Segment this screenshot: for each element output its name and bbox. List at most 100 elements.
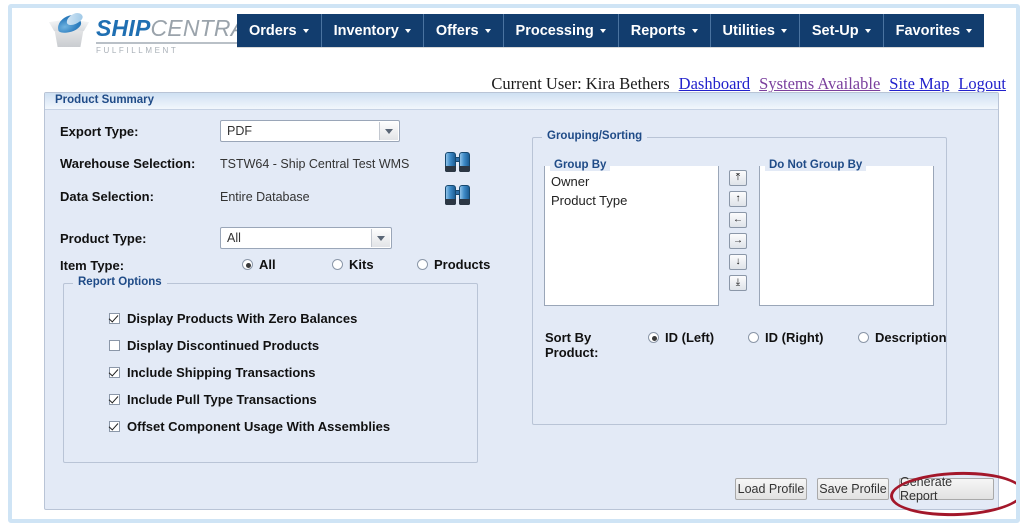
sort-by-radio-id-left-[interactable]: ID (Left)	[648, 330, 714, 345]
group-by-list-item[interactable]: Owner	[545, 172, 718, 191]
nav-item-offers[interactable]: Offers	[424, 14, 504, 47]
chevron-down-icon	[404, 28, 411, 33]
move-to-bottom-icon[interactable]: ⤓	[729, 275, 747, 291]
user-link-site-map[interactable]: Site Map	[889, 74, 949, 93]
nav-item-label: Reports	[630, 22, 686, 39]
report-option-label: Offset Component Usage With Assemblies	[127, 419, 391, 434]
move-to-top-icon[interactable]: ⤒	[729, 170, 747, 186]
chevron-down-icon	[780, 28, 787, 33]
product-summary-panel: Product Summary Export Type: PDF Warehou…	[44, 92, 999, 510]
button-label: Generate Report	[900, 475, 953, 503]
checkbox-indicator	[109, 367, 120, 378]
report-option-checkbox-4[interactable]: Offset Component Usage With Assemblies	[109, 419, 390, 434]
binoculars-icon[interactable]	[443, 183, 473, 207]
sort-by-product-label-line1: Sort By	[545, 330, 592, 345]
nav-item-utilities[interactable]: Utilities	[711, 14, 800, 47]
item-type-radio-label: All	[259, 257, 276, 272]
item-type-radio-kits[interactable]: Kits	[332, 257, 374, 272]
radio-indicator	[748, 332, 759, 343]
group-by-list-item[interactable]: Product Type	[545, 191, 718, 210]
nav-item-inventory[interactable]: Inventory	[322, 14, 424, 47]
export-type-label: Export Type:	[60, 124, 139, 139]
chevron-down-icon	[966, 28, 973, 33]
chevron-down-icon	[599, 28, 606, 33]
nav-item-reports[interactable]: Reports	[619, 14, 711, 47]
shipping-box-icon	[48, 10, 90, 50]
sort-by-radio-label: ID (Right)	[765, 330, 824, 345]
report-options-fieldset: Report Options Display Products With Zer…	[63, 276, 478, 463]
panel-body: Export Type: PDF Warehouse Selection: TS…	[45, 110, 998, 509]
sort-by-radio-label: Description	[875, 330, 947, 345]
item-type-radio-all[interactable]: All	[242, 257, 276, 272]
current-user-label: Current User: Kira Bethers	[491, 74, 670, 93]
data-selection-label: Data Selection:	[60, 189, 154, 204]
button-generate-report[interactable]: Generate Report	[899, 475, 994, 503]
chevron-down-icon	[864, 28, 871, 33]
checkbox-indicator	[109, 313, 120, 324]
button-save-profile[interactable]: Save Profile	[817, 478, 889, 500]
app-header: SHIPCENTRAL FULFILLMENT Orders Inventory O…	[12, 8, 1016, 55]
nav-item-processing[interactable]: Processing	[504, 14, 619, 47]
nav-item-label: Orders	[249, 22, 297, 39]
grouping-sorting-legend: Grouping/Sorting	[542, 130, 648, 142]
group-by-listbox[interactable]: Owner Product Type	[544, 166, 719, 306]
do-not-group-by-listbox[interactable]	[759, 166, 934, 306]
sort-by-product-label-line2: Product:	[545, 345, 599, 360]
user-link-logout[interactable]: Logout	[958, 74, 1006, 93]
move-up-icon[interactable]: ↑	[729, 191, 747, 207]
page-content: SHIPCENTRAL FULFILLMENT Orders Inventory O…	[12, 8, 1016, 519]
do-not-group-by-legend: Do Not Group By	[765, 159, 867, 171]
export-type-select[interactable]: PDF	[220, 120, 400, 142]
user-link-dashboard[interactable]: Dashboard	[679, 74, 750, 93]
report-option-checkbox-0[interactable]: Display Products With Zero Balances	[109, 311, 357, 326]
nav-item-orders[interactable]: Orders	[237, 14, 322, 47]
report-option-label: Include Shipping Transactions	[127, 365, 316, 380]
checkbox-indicator	[109, 421, 120, 432]
move-down-icon[interactable]: ↓	[729, 254, 747, 270]
warehouse-selection-value: TSTW64 - Ship Central Test WMS	[220, 157, 410, 171]
checkbox-indicator	[109, 340, 120, 351]
nav-item-favorites[interactable]: Favorites	[884, 14, 984, 47]
item-type-label: Item Type:	[60, 258, 125, 273]
item-type-radio-products[interactable]: Products	[417, 257, 490, 272]
report-options-legend: Report Options	[73, 276, 167, 288]
product-type-select[interactable]: All	[220, 227, 392, 249]
binoculars-icon[interactable]	[443, 150, 473, 174]
product-type-label: Product Type:	[60, 231, 147, 246]
report-option-checkbox-2[interactable]: Include Shipping Transactions	[109, 365, 316, 380]
sort-by-product-label: Sort By Product:	[545, 330, 598, 360]
chevron-down-icon	[371, 229, 390, 247]
brand-tagline: FULFILLMENT	[96, 46, 179, 55]
group-by-legend: Group By	[550, 159, 611, 171]
move-left-icon[interactable]: ←	[729, 212, 747, 228]
chevron-down-icon	[691, 28, 698, 33]
brand-logo[interactable]: SHIPCENTRAL FULFILLMENT	[48, 10, 259, 55]
sort-by-radio-description[interactable]: Description	[858, 330, 947, 345]
radio-indicator	[648, 332, 659, 343]
report-option-label: Include Pull Type Transactions	[127, 392, 317, 407]
nav-item-label: Offers	[435, 22, 479, 39]
chevron-down-icon	[302, 28, 309, 33]
button-load-profile[interactable]: Load Profile	[735, 478, 807, 500]
report-option-checkbox-3[interactable]: Include Pull Type Transactions	[109, 392, 317, 407]
nav-item-set-up[interactable]: Set-Up	[800, 14, 884, 47]
radio-indicator	[332, 259, 343, 270]
grouping-sorting-fieldset: Grouping/Sorting Group By Owner Product T…	[532, 130, 947, 425]
move-right-icon[interactable]: →	[729, 233, 747, 249]
sort-by-radio-label: ID (Left)	[665, 330, 715, 345]
page-frame: SHIPCENTRAL FULFILLMENT Orders Inventory O…	[8, 4, 1020, 523]
radio-indicator	[417, 259, 428, 270]
report-option-checkbox-1[interactable]: Display Discontinued Products	[109, 338, 319, 353]
user-bar: Current User: Kira Bethers Dashboard Syste…	[491, 74, 1006, 94]
panel-title: Product Summary	[45, 93, 998, 110]
main-navigation: Orders Inventory Offers Processing Reports Ut…	[237, 14, 985, 47]
product-type-value: All	[227, 231, 241, 245]
item-type-radio-label: Kits	[349, 257, 374, 272]
user-link-systems-available[interactable]: Systems Available	[759, 74, 880, 93]
chevron-down-icon	[484, 28, 491, 33]
sort-by-radio-id-right-[interactable]: ID (Right)	[748, 330, 823, 345]
brand-wordmark: SHIPCENTRAL FULFILLMENT	[96, 12, 259, 55]
button-label: Load Profile	[737, 482, 805, 496]
chevron-down-icon	[379, 122, 398, 140]
warehouse-selection-label: Warehouse Selection:	[60, 156, 196, 171]
